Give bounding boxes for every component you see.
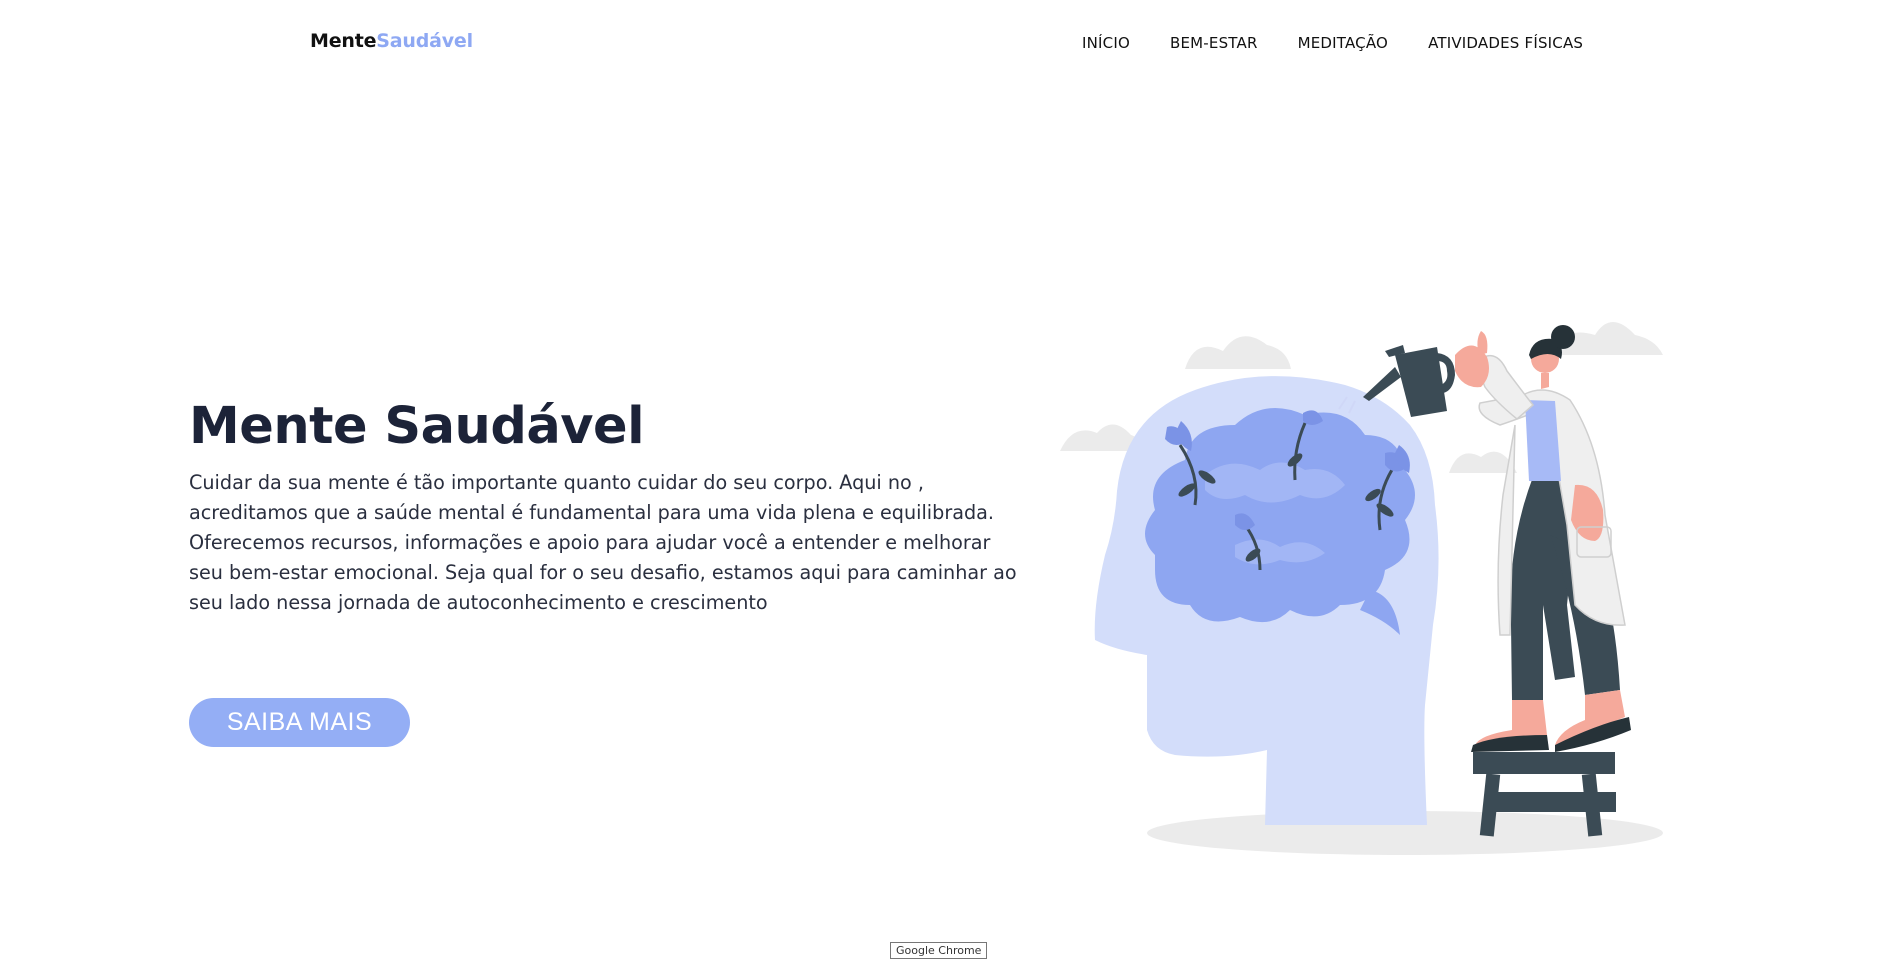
site-logo[interactable]: MenteSaudável bbox=[310, 30, 473, 52]
nav-link-meditacao[interactable]: MEDITAÇÃO bbox=[1298, 34, 1388, 52]
browser-label: Google Chrome bbox=[890, 942, 988, 959]
saiba-mais-button[interactable]: SAIBA MAIS bbox=[189, 698, 410, 747]
nav-link-bem-estar[interactable]: BEM-ESTAR bbox=[1170, 34, 1258, 52]
hero-paragraph: Cuidar da sua mente é tão importante qua… bbox=[189, 471, 1017, 614]
logo-main-text: Mente bbox=[310, 30, 377, 52]
page: MenteSaudável INÍCIO BEM-ESTAR MEDITAÇÃO… bbox=[0, 0, 1903, 961]
logo-accent-text: Saudável bbox=[376, 30, 473, 52]
main-nav: INÍCIO BEM-ESTAR MEDITAÇÃO ATIVIDADES FÍ… bbox=[1082, 34, 1583, 52]
nav-link-inicio[interactable]: INÍCIO bbox=[1082, 34, 1130, 52]
nav-link-atividades-fisicas[interactable]: ATIVIDADES FÍSICAS bbox=[1428, 34, 1583, 52]
hero-title: Mente Saudável bbox=[189, 397, 645, 456]
mental-health-illustration-icon bbox=[1060, 322, 1663, 855]
